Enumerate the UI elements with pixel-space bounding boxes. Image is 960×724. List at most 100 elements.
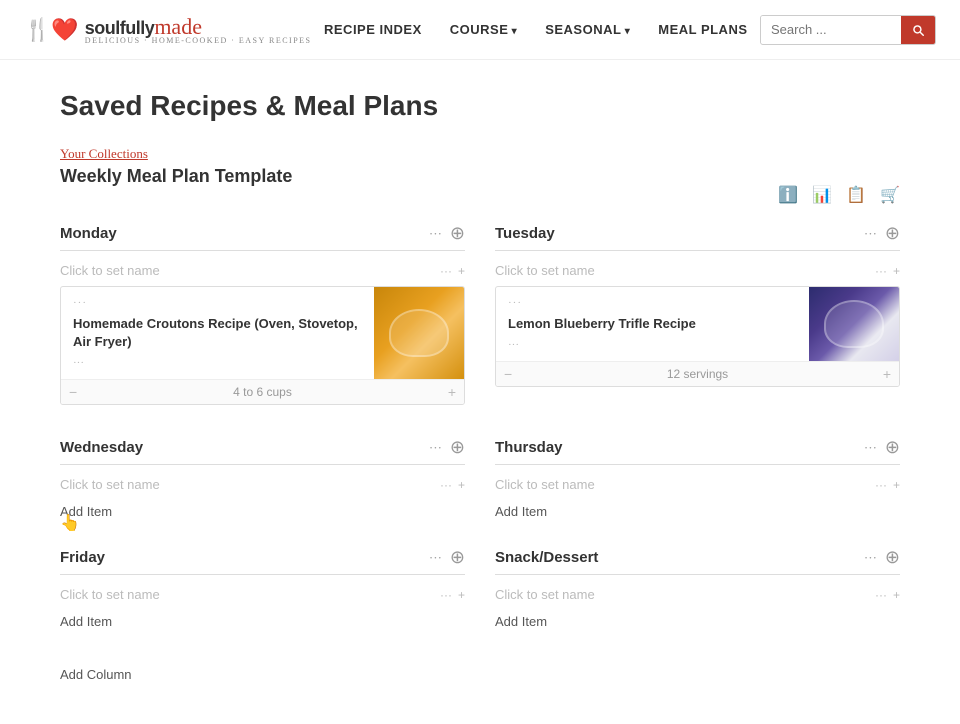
nav-meal-plans[interactable]: MEAL PLANS — [658, 22, 747, 37]
toolbar-row: Your Collections Weekly Meal Plan Templa… — [60, 146, 900, 207]
set-name-add[interactable]: + — [893, 588, 900, 602]
set-name-more[interactable]: ··· — [875, 478, 887, 492]
recipe-card: ··· Homemade Croutons Recipe (Oven, Stov… — [60, 286, 465, 405]
clipboard-icon[interactable]: 📋 — [846, 185, 866, 205]
set-name-row: Click to set name ··· + — [495, 473, 900, 500]
set-name-icons: ··· + — [440, 264, 465, 278]
day-more-icon[interactable]: ··· — [864, 440, 877, 456]
set-name-icons: ··· + — [875, 588, 900, 602]
search-input[interactable] — [761, 16, 901, 43]
recipe-title: Lemon Blueberry Trifle Recipe — [508, 315, 797, 333]
day-add-icon[interactable]: ⊕ — [450, 437, 465, 458]
set-name-add[interactable]: + — [458, 478, 465, 492]
set-name-add[interactable]: + — [458, 264, 465, 278]
days-grid: Monday ··· ⊕ Click to set name ··· + ···… — [60, 223, 900, 684]
day-name-monday: Monday — [60, 225, 117, 242]
set-name-more[interactable]: ··· — [875, 264, 887, 278]
add-column-row: Add Column — [60, 657, 900, 684]
day-add-icon[interactable]: ⊕ — [450, 547, 465, 568]
day-name-wednesday: Wednesday — [60, 439, 143, 456]
set-name-row: Click to set name ··· + — [495, 583, 900, 610]
day-column-monday: Monday ··· ⊕ Click to set name ··· + ···… — [60, 223, 465, 413]
increase-qty-button[interactable]: + — [883, 366, 891, 382]
set-name-more[interactable]: ··· — [440, 478, 452, 492]
search-box — [760, 15, 936, 45]
recipe-card-footer: − 12 servings + — [496, 361, 899, 386]
day-more-icon[interactable]: ··· — [864, 550, 877, 566]
nav-course[interactable]: COURSE — [450, 22, 517, 37]
day-column-wednesday: Wednesday ··· ⊕ Click to set name ··· + … — [60, 437, 465, 523]
day-add-icon[interactable]: ⊕ — [885, 437, 900, 458]
day-more-icon[interactable]: ··· — [864, 226, 877, 242]
logo[interactable]: 🍴❤️ soulfullymade DELICIOUS · HOME-COOKE… — [24, 14, 312, 45]
day-header-friday: Friday ··· ⊕ — [60, 547, 465, 575]
day-header-tuesday: Tuesday ··· ⊕ — [495, 223, 900, 251]
search-button[interactable] — [901, 16, 935, 44]
day-add-icon[interactable]: ⊕ — [450, 223, 465, 244]
set-name-more[interactable]: ··· — [875, 588, 887, 602]
recipe-menu-icon[interactable]: ··· — [508, 297, 797, 309]
day-more-icon[interactable]: ··· — [429, 550, 442, 566]
recipe-card-content: ··· Homemade Croutons Recipe (Oven, Stov… — [61, 287, 374, 379]
your-collections-link[interactable]: Your Collections — [60, 146, 292, 162]
recipe-more-icon[interactable]: ··· — [508, 339, 797, 351]
set-name-icons: ··· + — [440, 478, 465, 492]
set-name-row: Click to set name ··· + — [60, 473, 465, 500]
day-add-icon[interactable]: ⊕ — [885, 547, 900, 568]
set-name-input[interactable]: Click to set name — [495, 587, 595, 602]
set-name-more[interactable]: ··· — [440, 264, 452, 278]
set-name-icons: ··· + — [875, 264, 900, 278]
add-item-button[interactable]: Add Item — [495, 500, 900, 523]
add-item-button[interactable]: Add Item👆 — [60, 500, 465, 523]
increase-qty-button[interactable]: + — [448, 384, 456, 400]
day-column-thursday: Thursday ··· ⊕ Click to set name ··· + A… — [495, 437, 900, 523]
recipe-more-icon[interactable]: ··· — [73, 357, 362, 369]
recipe-card: ··· Lemon Blueberry Trifle Recipe ··· − … — [495, 286, 900, 387]
day-header-icons: ··· ⊕ — [864, 547, 900, 568]
set-name-row: Click to set name ··· + — [495, 259, 900, 286]
nav-seasonal[interactable]: SEASONAL — [545, 22, 630, 37]
day-header-icons: ··· ⊕ — [429, 223, 465, 244]
recipe-card-content: ··· Lemon Blueberry Trifle Recipe ··· — [496, 287, 809, 361]
recipe-menu-icon[interactable]: ··· — [73, 297, 362, 309]
info-icon[interactable]: ℹ️ — [778, 185, 798, 205]
day-header-icons: ··· ⊕ — [864, 437, 900, 458]
day-header-icons: ··· ⊕ — [429, 437, 465, 458]
day-more-icon[interactable]: ··· — [429, 440, 442, 456]
nav-recipe-index[interactable]: RECIPE INDEX — [324, 22, 422, 37]
set-name-add[interactable]: + — [893, 264, 900, 278]
day-column-snack-dessert: Snack/Dessert ··· ⊕ Click to set name ··… — [495, 547, 900, 633]
set-name-input[interactable]: Click to set name — [60, 587, 160, 602]
day-add-icon[interactable]: ⊕ — [885, 223, 900, 244]
day-column-tuesday: Tuesday ··· ⊕ Click to set name ··· + ··… — [495, 223, 900, 413]
set-name-add[interactable]: + — [893, 478, 900, 492]
set-name-input[interactable]: Click to set name — [60, 263, 160, 278]
day-header-monday: Monday ··· ⊕ — [60, 223, 465, 251]
add-item-button[interactable]: Add Item — [495, 610, 900, 633]
add-item-button[interactable]: Add Item — [60, 610, 465, 633]
chart-icon[interactable]: 📊 — [812, 185, 832, 205]
recipe-servings: 4 to 6 cups — [233, 385, 292, 399]
set-name-input[interactable]: Click to set name — [495, 477, 595, 492]
set-name-input[interactable]: Click to set name — [495, 263, 595, 278]
day-more-icon[interactable]: ··· — [429, 226, 442, 242]
collection-header: Your Collections Weekly Meal Plan Templa… — [60, 146, 292, 207]
decrease-qty-button[interactable]: − — [69, 384, 77, 400]
set-name-add[interactable]: + — [458, 588, 465, 602]
set-name-icons: ··· + — [440, 588, 465, 602]
day-name-snack-dessert: Snack/Dessert — [495, 549, 598, 566]
search-icon — [911, 23, 925, 37]
recipe-image — [374, 287, 464, 379]
set-name-input[interactable]: Click to set name — [60, 477, 160, 492]
decrease-qty-button[interactable]: − — [504, 366, 512, 382]
cart-icon[interactable]: 🛒 — [880, 185, 900, 205]
set-name-row: Click to set name ··· + — [60, 583, 465, 610]
add-column-button[interactable]: Add Column — [60, 667, 132, 682]
page-title: Saved Recipes & Meal Plans — [60, 90, 900, 122]
recipe-card-footer: − 4 to 6 cups + — [61, 379, 464, 404]
logo-name-main: soulfully — [85, 18, 155, 38]
set-name-row: Click to set name ··· + — [60, 259, 465, 286]
set-name-more[interactable]: ··· — [440, 588, 452, 602]
day-header-thursday: Thursday ··· ⊕ — [495, 437, 900, 465]
day-header-snack-dessert: Snack/Dessert ··· ⊕ — [495, 547, 900, 575]
